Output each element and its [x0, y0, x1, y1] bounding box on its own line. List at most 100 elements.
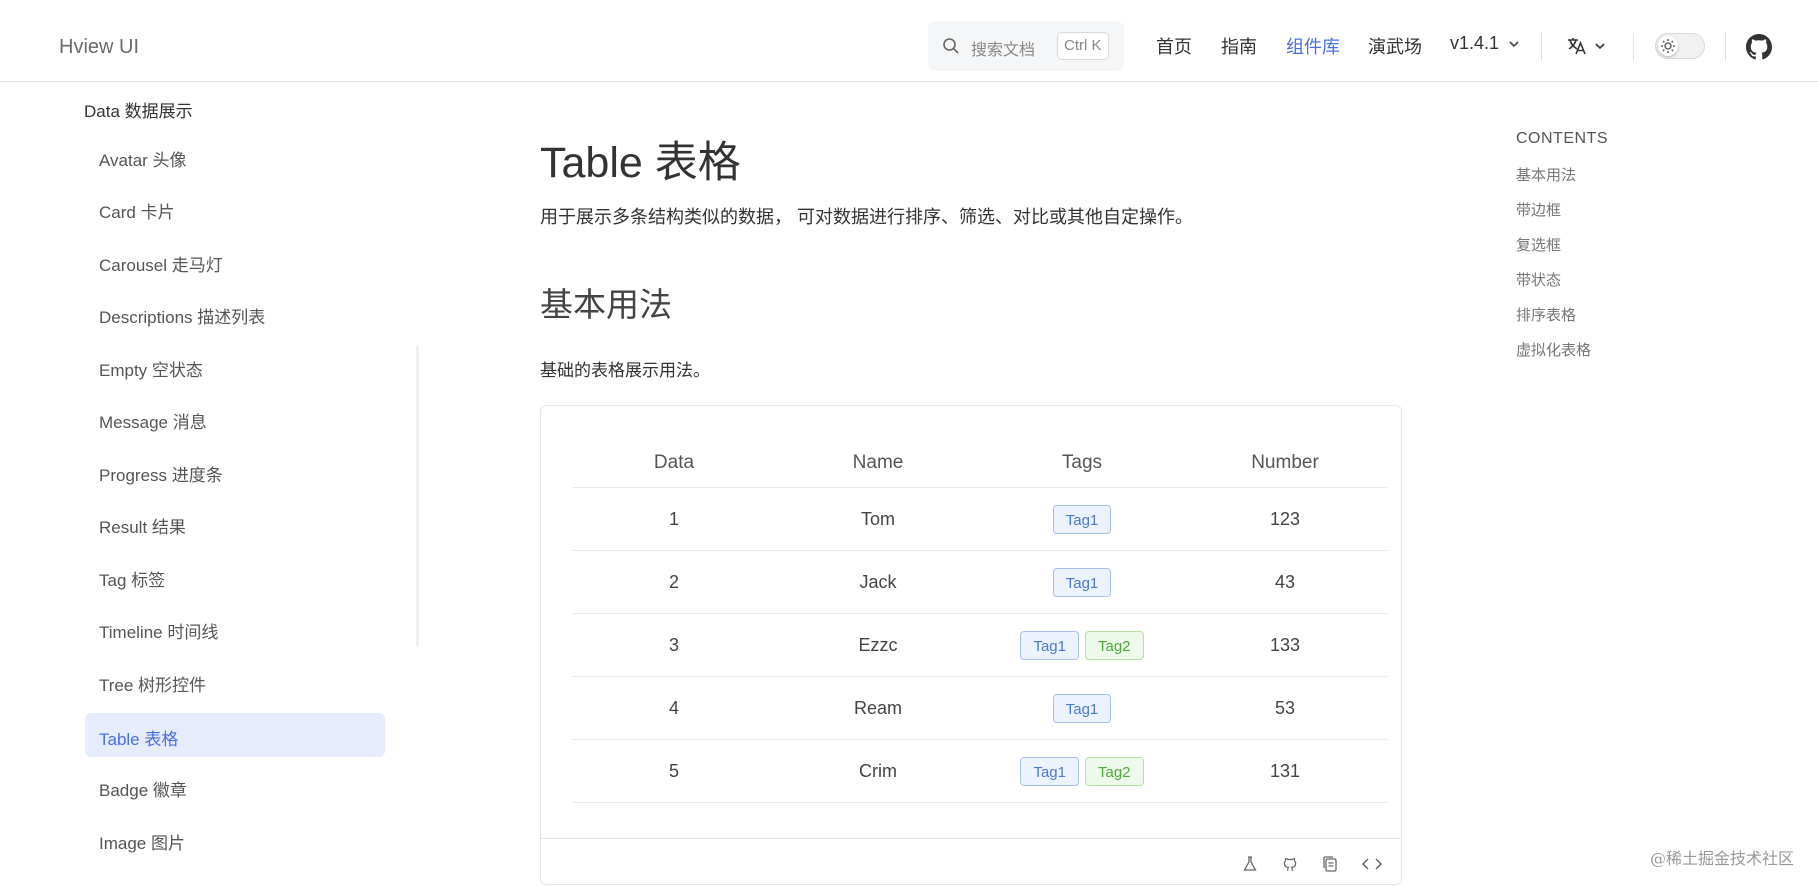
theme-toggle-knob	[1658, 36, 1678, 56]
sidebar-item-label: Progress 进度条	[99, 466, 223, 485]
toc-item[interactable]: 基本用法	[1516, 164, 1576, 185]
cell-name: Tom	[860, 508, 895, 529]
section-title: 基本用法	[540, 286, 672, 323]
search-shortcut: Ctrl K	[1057, 32, 1109, 60]
version-dropdown[interactable]: v1.4.1	[1450, 33, 1520, 54]
nav-components[interactable]: 组件库	[1286, 33, 1340, 59]
sidebar-item-label: Descriptions 描述列表	[99, 308, 266, 327]
theme-toggle[interactable]	[1655, 33, 1705, 59]
column-header-number[interactable]: Number	[1183, 438, 1387, 487]
tag-badge: Tag1	[1052, 567, 1112, 597]
nav-playground[interactable]: 演武场	[1368, 33, 1422, 59]
sidebar-item-timeline[interactable]: Timeline 时间线	[85, 606, 385, 650]
toc-item[interactable]: 复选框	[1516, 234, 1561, 255]
page-lead: 用于展示多条结构类似的数据， 可对数据进行排序、筛选、对比或其他自定操作。	[540, 207, 1193, 227]
search-box[interactable]: 搜索文档 Ctrl K	[928, 21, 1124, 71]
sidebar-item-message[interactable]: Message 消息	[85, 396, 385, 440]
sidebar-scrollbar[interactable]	[416, 346, 419, 646]
cell-tags: Tag1 Tag2	[980, 614, 1184, 676]
toc-item[interactable]: 带边框	[1516, 199, 1561, 220]
cell-number: 53	[1274, 697, 1296, 718]
cell-tags: Tag1 Tag2	[980, 740, 1184, 802]
sidebar-item-label: Result 结果	[99, 518, 186, 537]
sidebar-item-tag[interactable]: Tag 标签	[85, 554, 385, 598]
nav-guide[interactable]: 指南	[1221, 33, 1257, 59]
sidebar-item-carousel[interactable]: Carousel 走马灯	[85, 239, 385, 283]
sidebar: Data 数据展示 Avatar 头像 Card 卡片 Carousel 走马灯…	[0, 82, 420, 875]
table-row[interactable]: 3 Ezzc Tag1 Tag2 133	[572, 614, 1387, 677]
sidebar-item-label: Carousel 走马灯	[99, 256, 223, 275]
demo-toolbar	[541, 838, 1401, 887]
cell-data: 3	[668, 634, 679, 655]
sidebar-item-progress[interactable]: Progress 进度条	[85, 449, 385, 493]
table-row[interactable]: 4 Ream Tag1 53	[572, 677, 1387, 740]
github-icon[interactable]	[1746, 34, 1772, 60]
data-table: Data Name Tags Number 1 Tom Tag1 123 2 J…	[572, 438, 1387, 803]
sidebar-item-avatar[interactable]: Avatar 头像	[85, 134, 385, 178]
column-header-name[interactable]: Name	[776, 438, 980, 487]
sidebar-item-label: Card 卡片	[99, 203, 175, 222]
cell-number: 43	[1274, 571, 1296, 592]
brand-title[interactable]: Hview UI	[59, 36, 139, 59]
table-of-contents: CONTENTS 基本用法 带边框 复选框 带状态 排序表格 虚拟化表格	[1516, 82, 1806, 382]
tag-badge: Tag2	[1085, 630, 1144, 660]
sidebar-item-label: Badge 徽章	[99, 781, 187, 800]
table-row[interactable]: 2 Jack Tag1 43	[572, 551, 1387, 614]
column-header-tags[interactable]: Tags	[980, 438, 1184, 487]
watermark: @稀土掘金技术社区	[1650, 849, 1795, 868]
cell-data: 1	[668, 508, 679, 529]
top-navbar: Hview UI 搜索文档 Ctrl K 首页 指南 组件库 演武场 v1.4.…	[0, 12, 1818, 82]
flask-icon[interactable]	[1241, 855, 1259, 873]
cell-name: Crim	[859, 760, 897, 781]
search-icon	[943, 38, 959, 54]
cell-tags: Tag1	[980, 677, 1184, 739]
toc-item[interactable]: 带状态	[1516, 269, 1561, 290]
sidebar-item-card[interactable]: Card 卡片	[85, 186, 385, 230]
code-icon[interactable]	[1361, 855, 1383, 873]
sidebar-item-tree[interactable]: Tree 树形控件	[85, 659, 385, 703]
toc-title: CONTENTS	[1516, 130, 1608, 147]
sidebar-item-label: Message 消息	[99, 413, 207, 432]
toc-item[interactable]: 虚拟化表格	[1516, 339, 1591, 360]
column-header-data[interactable]: Data	[572, 438, 776, 487]
tag-badge: Tag1	[1052, 693, 1112, 723]
tag-badge: Tag1	[1020, 630, 1079, 660]
sidebar-item-label: Image 图片	[99, 834, 185, 853]
translate-icon	[1568, 38, 1605, 55]
nav-home[interactable]: 首页	[1156, 33, 1192, 59]
cell-name: Ream	[853, 697, 902, 718]
tag-badge: Tag1	[1020, 756, 1079, 786]
nav-divider	[1633, 33, 1634, 61]
sun-icon	[1661, 39, 1675, 53]
language-switch[interactable]	[1565, 32, 1609, 60]
nav-divider	[1541, 33, 1542, 61]
sidebar-item-empty[interactable]: Empty 空状态	[85, 344, 385, 388]
sidebar-item-image[interactable]: Image 图片	[85, 817, 385, 861]
page-title: Table 表格	[540, 139, 741, 187]
tag-badge: Tag1	[1052, 504, 1112, 534]
sidebar-item-label: Table 表格	[99, 730, 179, 749]
sidebar-item-table[interactable]: Table 表格	[85, 713, 385, 757]
main-content: Table 表格 用于展示多条结构类似的数据， 可对数据进行排序、筛选、对比或其…	[540, 82, 1402, 885]
copy-icon[interactable]	[1321, 855, 1339, 873]
cell-data: 4	[668, 697, 679, 718]
cell-data: 2	[668, 571, 679, 592]
sidebar-group-title: Data 数据展示	[84, 102, 193, 121]
cell-number: 123	[1269, 508, 1301, 529]
cell-tags: Tag1	[980, 551, 1184, 613]
sidebar-item-descriptions[interactable]: Descriptions 描述列表	[85, 291, 385, 335]
sidebar-item-label: Empty 空状态	[99, 361, 203, 380]
cell-number: 133	[1269, 634, 1301, 655]
version-label: v1.4.1	[1450, 33, 1500, 53]
cell-number: 131	[1269, 760, 1301, 781]
toc-item[interactable]: 排序表格	[1516, 304, 1576, 325]
table-header-row: Data Name Tags Number	[572, 438, 1387, 488]
sidebar-item-result[interactable]: Result 结果	[85, 501, 385, 545]
sidebar-item-label: Avatar 头像	[99, 151, 187, 170]
sidebar-item-badge[interactable]: Badge 徽章	[85, 764, 385, 808]
table-row[interactable]: 5 Crim Tag1 Tag2 131	[572, 740, 1387, 803]
github-icon[interactable]	[1281, 855, 1299, 873]
sidebar-item-label: Tree 树形控件	[99, 676, 207, 695]
cell-data: 5	[668, 760, 679, 781]
table-row[interactable]: 1 Tom Tag1 123	[572, 488, 1387, 551]
